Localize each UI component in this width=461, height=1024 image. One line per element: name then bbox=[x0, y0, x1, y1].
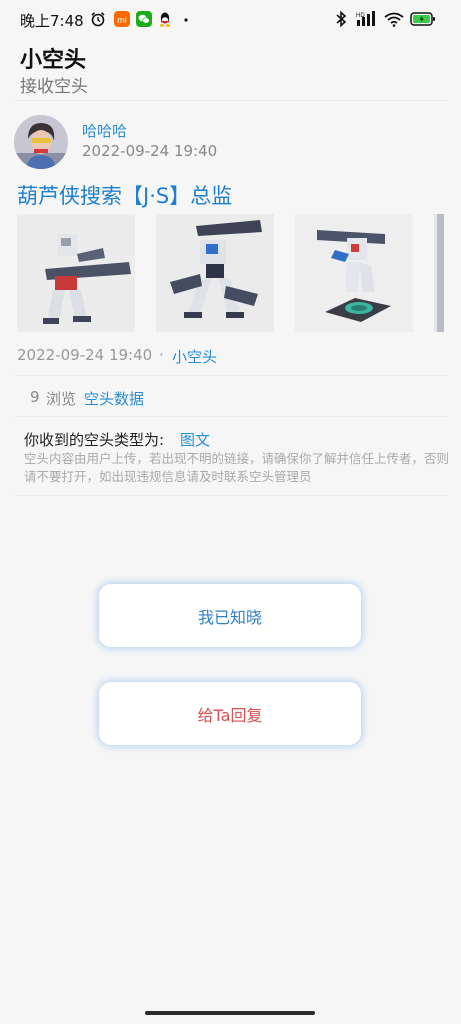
notice-divider bbox=[14, 495, 448, 496]
gundam-figure-image bbox=[434, 214, 444, 332]
mi-app-icon: mi bbox=[114, 11, 130, 27]
bluetooth-icon bbox=[336, 11, 347, 27]
status-time: 晚上7:48 bbox=[20, 12, 84, 30]
view-count: 9 bbox=[30, 388, 40, 406]
stats-divider bbox=[14, 416, 448, 417]
qq-icon bbox=[159, 12, 171, 27]
airdrop-data-link[interactable]: 空头数据 bbox=[84, 388, 144, 409]
page-title: 小空头 bbox=[20, 48, 87, 73]
wifi-icon bbox=[384, 12, 404, 27]
gundam-figure-image bbox=[17, 214, 135, 332]
sender-time: 2022-09-24 19:40 bbox=[82, 142, 218, 160]
svg-text:mi: mi bbox=[117, 15, 127, 25]
page-subtitle: 接收空头 bbox=[20, 77, 88, 97]
acknowledge-button-label: 我已知晓 bbox=[197, 607, 262, 627]
wechat-icon bbox=[136, 11, 152, 27]
post-title[interactable]: 葫芦侠搜索【J·S】总监 bbox=[17, 180, 232, 210]
acknowledge-button[interactable]: 我已知晓 bbox=[99, 584, 361, 647]
post-author-link[interactable]: 小空头 bbox=[172, 346, 217, 367]
meta-divider bbox=[14, 375, 448, 376]
sender-name[interactable]: 哈哈哈 bbox=[82, 120, 127, 141]
airdrop-type-value: 图文 bbox=[180, 431, 211, 449]
reply-button[interactable]: 给Ta回复 bbox=[99, 682, 361, 745]
reply-button-label: 给Ta回复 bbox=[197, 705, 263, 725]
airdrop-type-label: 你收到的空头类型为: bbox=[24, 431, 165, 449]
battery-charging-icon bbox=[410, 12, 435, 26]
post-image-3[interactable] bbox=[295, 214, 413, 332]
status-bar: 晚上7:48 mi HD bbox=[0, 0, 461, 40]
avatar-image bbox=[14, 115, 68, 169]
dot-icon bbox=[184, 18, 188, 22]
home-indicator[interactable] bbox=[145, 1011, 315, 1015]
signal-hd-icon: HD bbox=[356, 11, 375, 26]
view-count-label: 浏览 bbox=[46, 390, 77, 408]
post-image-2[interactable] bbox=[156, 214, 274, 332]
post-time: 2022-09-24 19:40 bbox=[17, 346, 153, 364]
safety-notice: 空头内容由用户上传，若出现不明的链接，请确保你了解并信任上传者，否则请不要打开，… bbox=[24, 451, 450, 484]
post-image-1[interactable] bbox=[17, 214, 135, 332]
avatar[interactable] bbox=[14, 115, 68, 169]
header-divider bbox=[14, 100, 448, 101]
gundam-figure-image bbox=[295, 214, 413, 332]
alarm-icon bbox=[91, 12, 105, 27]
post-image-4[interactable] bbox=[434, 214, 444, 332]
meta-separator: · bbox=[159, 346, 164, 364]
gundam-figure-image bbox=[156, 214, 274, 332]
